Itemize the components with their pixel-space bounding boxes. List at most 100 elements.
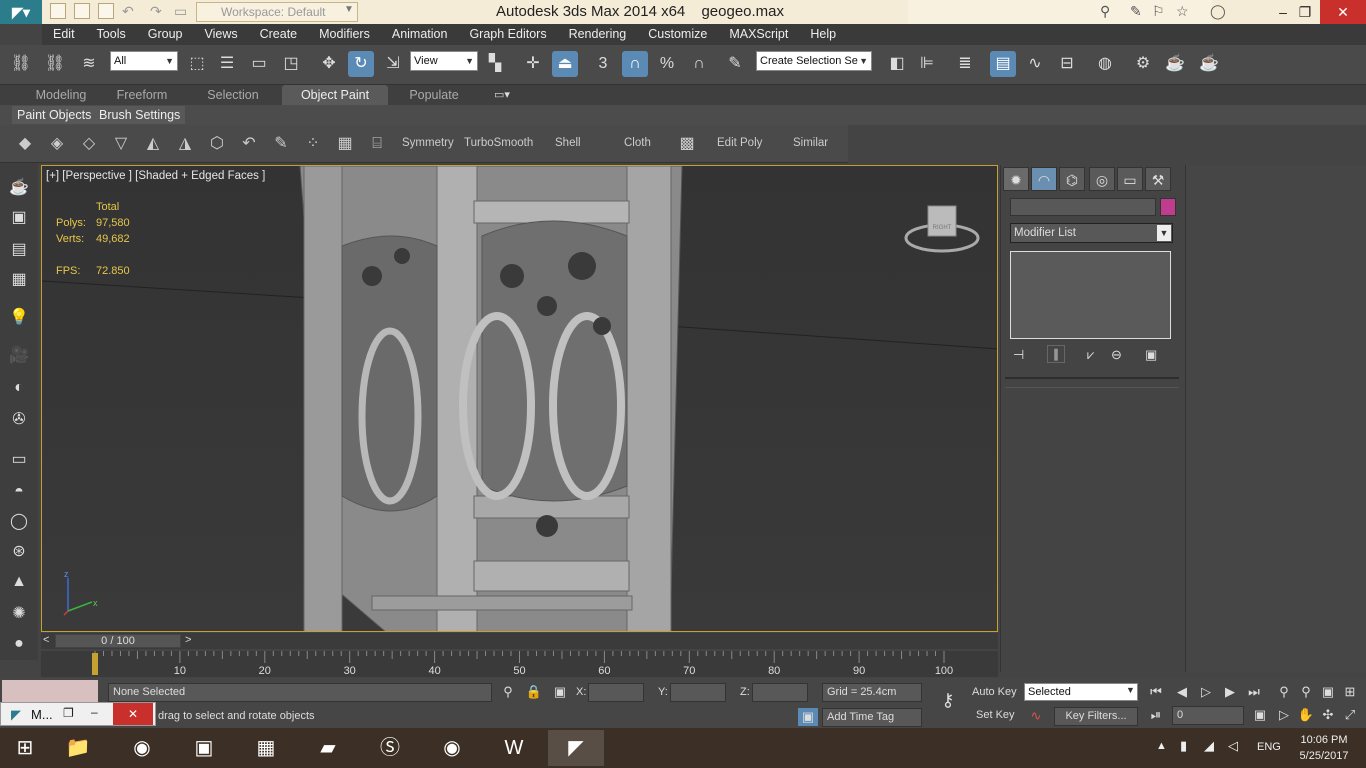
link-icon[interactable]: ⛓ xyxy=(8,51,34,77)
edit-poly-icon[interactable]: ▩ xyxy=(676,133,698,155)
named-selection-dropdown[interactable]: Create Selection Se xyxy=(756,51,872,71)
graphite-toolset-icon[interactable]: ▤ xyxy=(990,51,1016,77)
new-file-icon[interactable] xyxy=(50,3,66,19)
camera-icon[interactable]: 🎥 xyxy=(8,345,30,367)
display-tab-icon[interactable]: ▭ xyxy=(1117,167,1143,191)
mini-close-icon[interactable]: ✕ xyxy=(113,703,153,725)
paint-app-icon[interactable]: ▣ xyxy=(176,730,232,766)
utilities-tab-icon[interactable]: ⚒ xyxy=(1145,167,1171,191)
clock-time[interactable]: 10:06 PM xyxy=(1298,734,1350,746)
scale-icon[interactable]: ⇲ xyxy=(380,51,406,77)
align-icon[interactable]: ⊫ xyxy=(914,51,940,77)
paint-tool-1-icon[interactable]: ◆ xyxy=(14,133,36,155)
create-tab-icon[interactable]: ✹ xyxy=(1003,167,1029,191)
similar-label[interactable]: Similar xyxy=(793,137,828,149)
volume-icon[interactable]: ◁ xyxy=(1228,738,1238,754)
menu-edit[interactable]: Edit xyxy=(42,24,86,45)
object-name-field[interactable] xyxy=(1010,198,1156,216)
goto-start-icon[interactable]: ⏮ xyxy=(1146,683,1166,701)
next-frame-icon[interactable]: ▶ xyxy=(1220,683,1240,701)
zoom-extents-icon[interactable]: ▣ xyxy=(1318,683,1338,701)
menu-create[interactable]: Create xyxy=(249,24,309,45)
symmetry-label[interactable]: Symmetry xyxy=(402,137,454,149)
chrome-second-icon[interactable]: ◉ xyxy=(424,730,480,766)
3dsmax-taskbar-icon[interactable]: ◤ xyxy=(548,730,604,766)
keyboard-shortcut-override-icon[interactable]: ⏏ xyxy=(552,51,578,77)
remove-modifier-icon[interactable]: ⊖ xyxy=(1111,347,1122,363)
menu-customize[interactable]: Customize xyxy=(637,24,718,45)
paint-tool-7-icon[interactable]: ⬡ xyxy=(206,133,228,155)
tab-selection[interactable]: Selection xyxy=(190,85,276,105)
timeline-ruler[interactable]: 10 20 30 40 50 60 70 80 90 100 xyxy=(41,651,998,677)
light-icon[interactable]: 💡 xyxy=(8,307,30,329)
modifier-list-chevron-icon[interactable]: ▼ xyxy=(1157,225,1171,241)
current-frame-field[interactable]: 0 xyxy=(1172,706,1244,725)
binoculars-icon[interactable]: ⚲ xyxy=(1100,3,1110,20)
ribbon-options-icon[interactable]: ▭▾ xyxy=(488,87,516,103)
viewport-label-menu[interactable]: [+] [Perspective ] [Shaded + Edged Faces… xyxy=(46,170,265,182)
checker-icon[interactable]: ▦ xyxy=(334,133,356,155)
menu-views[interactable]: Views xyxy=(193,24,248,45)
tray-overflow-icon[interactable]: ▲ xyxy=(1156,740,1167,752)
sphere-icon[interactable]: ◯ xyxy=(8,511,30,533)
y-coordinate-field[interactable] xyxy=(670,683,726,702)
cone-icon[interactable]: ▲ xyxy=(8,571,30,593)
infocenter-search[interactable] xyxy=(908,0,1212,24)
goto-end-icon[interactable]: ⏭ xyxy=(1244,683,1264,701)
snaps-toggle-icon[interactable]: 3 xyxy=(590,51,616,77)
stack-icon[interactable]: ⌸ xyxy=(366,133,388,155)
time-tag-icon[interactable]: ▣ xyxy=(798,708,818,726)
cloth-label[interactable]: Cloth xyxy=(624,137,651,149)
modifier-list-dropdown[interactable]: Modifier List xyxy=(1010,223,1173,243)
tab-modeling[interactable]: Modeling xyxy=(22,85,100,105)
render-frame-icon[interactable]: ▣ xyxy=(8,207,30,229)
percent-snap-icon[interactable]: % xyxy=(654,51,680,77)
lantern-model[interactable] xyxy=(299,166,683,632)
z-coordinate-field[interactable] xyxy=(752,683,808,702)
disc-icon[interactable]: ● xyxy=(8,633,30,655)
previous-frame-icon[interactable]: ◀ xyxy=(1172,683,1192,701)
communication-icon[interactable]: ⚐ xyxy=(1152,3,1165,20)
time-slider-track[interactable]: < 0 / 100 > xyxy=(41,633,998,649)
select-object-icon[interactable]: ⬚ xyxy=(184,51,210,77)
file-explorer-icon[interactable]: 📁 xyxy=(50,730,106,766)
schematic-view-icon[interactable]: ⊟ xyxy=(1054,51,1080,77)
zoom-extents-all-icon[interactable]: ⊞ xyxy=(1340,683,1360,701)
network-signal-icon[interactable]: ◢ xyxy=(1204,738,1214,754)
speaker-icon[interactable]: ◐ xyxy=(8,377,30,399)
perspective-viewport[interactable]: RIGHT z x [+] [Perspective ] [Shaded + E… xyxy=(41,165,998,632)
undo-icon[interactable]: ↶ xyxy=(122,3,138,19)
shell-label[interactable]: Shell xyxy=(555,137,581,149)
spinner-snap-icon[interactable]: ∩ xyxy=(686,51,712,77)
favorites-star-icon[interactable]: ☆ xyxy=(1176,3,1189,20)
layer-manager-icon[interactable]: ≣ xyxy=(952,51,978,77)
paint-tool-6-icon[interactable]: ◮ xyxy=(174,133,196,155)
close-button[interactable]: ✕ xyxy=(1320,0,1366,24)
windows-start-icon[interactable]: ⊞ xyxy=(0,730,50,766)
turbosmooth-label[interactable]: TurboSmooth xyxy=(464,137,533,149)
zoom-all-icon[interactable]: ⚲ xyxy=(1296,683,1316,701)
angle-snap-icon[interactable]: ∩ xyxy=(622,51,648,77)
unlink-icon[interactable]: ⛓ xyxy=(42,51,68,77)
menu-rendering[interactable]: Rendering xyxy=(558,24,638,45)
menu-graph-editors[interactable]: Graph Editors xyxy=(458,24,557,45)
move-icon[interactable]: ✥ xyxy=(316,51,342,77)
restore-button[interactable]: ❐ xyxy=(1286,0,1324,24)
key-tangent-icon[interactable]: ∿ xyxy=(1026,707,1046,725)
calculator-icon[interactable]: ▦ xyxy=(238,730,294,766)
object-color-swatch[interactable] xyxy=(1160,198,1176,216)
open-file-icon[interactable] xyxy=(74,3,90,19)
isolate-selection-icon[interactable]: ⚲ xyxy=(498,683,518,701)
absolute-mode-icon[interactable]: ▣ xyxy=(550,683,570,701)
chrome-icon[interactable]: ◉ xyxy=(114,730,170,766)
geosphere-icon[interactable]: ⊛ xyxy=(8,541,30,563)
selection-lock-icon[interactable]: 🔒 xyxy=(524,683,544,701)
key-mode-dropdown[interactable]: Selected xyxy=(1024,683,1138,701)
paint-tool-3-icon[interactable]: ◇ xyxy=(78,133,100,155)
make-unique-icon[interactable]: ⩗ xyxy=(1087,347,1094,363)
menu-help[interactable]: Help xyxy=(799,24,847,45)
bind-spacewarp-icon[interactable]: ≋ xyxy=(76,51,102,77)
motion-tab-icon[interactable]: ◎ xyxy=(1089,167,1115,191)
reference-coordinate-dropdown[interactable]: View xyxy=(410,51,478,71)
edit-poly-label[interactable]: Edit Poly xyxy=(717,137,762,149)
